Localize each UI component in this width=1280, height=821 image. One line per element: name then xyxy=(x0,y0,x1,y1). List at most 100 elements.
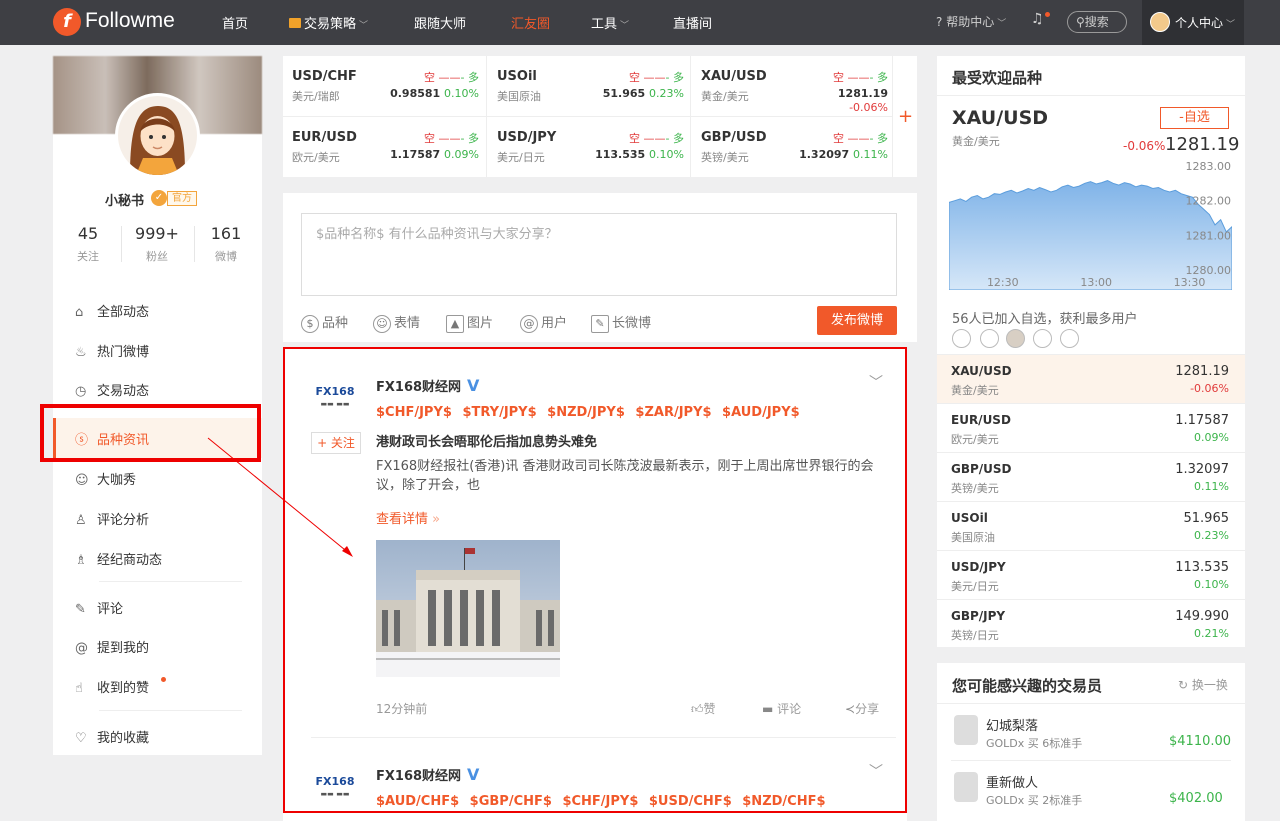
ticker-price: 51.965 0.23% xyxy=(602,87,684,100)
watchers-summary: 56人已加入自选，获利最多用户 xyxy=(952,312,1138,327)
menu-comments[interactable]: ✎ 评论 xyxy=(75,598,255,618)
highlight-box xyxy=(283,347,907,813)
ticker-item[interactable]: XAU/USD 黄金/美元 空 ——- 多 1281.19 -0.06% xyxy=(692,56,896,116)
smile-icon: ☺ xyxy=(373,314,391,333)
long-short-indicator: 空 ——- 多 xyxy=(424,71,479,84)
menu-divider xyxy=(99,581,242,582)
ticker-change: -0.06% xyxy=(849,101,888,114)
user-avatar[interactable] xyxy=(1033,329,1052,348)
add-ticker-button[interactable]: + xyxy=(898,106,913,127)
profile-name[interactable]: 小秘书 xyxy=(105,190,144,209)
search-icon: ⚲ xyxy=(1076,15,1085,29)
ticker-item[interactable]: USOil 美国原油 空 ——- 多 51.965 0.23% xyxy=(488,56,692,116)
x-tick-label: 13:00 xyxy=(1080,276,1112,289)
menu-hot-posts[interactable]: ♨ 热门微博 xyxy=(75,341,255,361)
menu-all-activity[interactable]: ⌂ 全部动态 xyxy=(75,301,255,321)
tool-mention-user[interactable]: @ 用户 xyxy=(520,312,567,333)
followers-label: 粉丝 xyxy=(146,250,168,263)
nav-home[interactable]: 首页 xyxy=(222,13,248,32)
watchlist-row[interactable]: GBP/JPY 英镑/日元 149.990 0.21% xyxy=(937,599,1245,648)
strategy-icon xyxy=(289,18,301,28)
long-short-indicator: 空 ——- 多 xyxy=(629,132,684,145)
x-tick-label: 12:30 xyxy=(987,276,1019,289)
nav-follow-master[interactable]: 跟随大师 xyxy=(414,13,466,32)
refresh-icon: ↻ xyxy=(1178,678,1189,692)
tool-emoji[interactable]: ☺ 表情 xyxy=(373,312,420,333)
question-icon: ? xyxy=(936,15,943,29)
ticker-item[interactable]: EUR/USD 欧元/美元 空 ——- 多 1.17587 0.09% xyxy=(283,117,487,177)
notification-dot xyxy=(161,677,166,682)
menu-favorites[interactable]: ♡ 我的收藏 xyxy=(75,727,255,747)
ticker-item[interactable]: GBP/USD 英镑/美元 空 ——- 多 1.32097 0.11% xyxy=(692,117,896,177)
stat-divider xyxy=(121,226,122,262)
nav-live[interactable]: 直播间 xyxy=(673,13,712,32)
help-center[interactable]: ? 帮助中心 ﹀ xyxy=(936,13,1006,30)
watchlist-row[interactable]: USD/JPY 美元/日元 113.535 0.10% xyxy=(937,550,1245,599)
menu-trade-activity[interactable]: ◷ 交易动态 xyxy=(75,380,255,400)
fire-icon: ♨ xyxy=(75,345,87,360)
nav-tools[interactable]: 工具 ﹀ xyxy=(591,13,629,32)
star-user-icon: ☺ xyxy=(75,473,89,488)
brand-name[interactable]: Followme xyxy=(85,9,175,33)
bell-icon[interactable]: ♫ xyxy=(1031,11,1044,27)
featured-change: -0.06% xyxy=(1123,139,1166,153)
panel-divider xyxy=(937,95,1245,96)
trader-position: GOLDx 买 6标准手 xyxy=(986,737,1083,750)
publish-button[interactable]: 发布微博 xyxy=(817,306,897,335)
menu-mentions[interactable]: @ 提到我的 xyxy=(75,637,255,657)
trader-profit: $4110.00 xyxy=(1169,734,1232,749)
row-divider xyxy=(951,760,1231,761)
ticker-item[interactable]: USD/CHF 美元/瑞郎 空 ——- 多 0.98581 0.10% xyxy=(283,56,487,116)
user-center-link[interactable]: 个人中心 ﹀ xyxy=(1175,14,1235,31)
trader-avatar[interactable] xyxy=(954,715,978,745)
post-input[interactable]: $品种名称$ 有什么品种资讯与大家分享？ xyxy=(301,213,897,296)
watchlist-row[interactable]: EUR/USD 欧元/美元 1.17587 0.09% xyxy=(937,403,1245,452)
user-avatar[interactable] xyxy=(980,329,999,348)
edit-icon: ✎ xyxy=(591,314,609,333)
long-short-indicator: 空 ——- 多 xyxy=(629,71,684,84)
nav-community[interactable]: 汇友圈 xyxy=(511,13,550,32)
logo-icon[interactable]: f xyxy=(53,8,81,36)
featured-name: 黄金/美元 xyxy=(952,135,1000,148)
trader-name[interactable]: 幻城梨落 xyxy=(986,715,1038,734)
user-avatar[interactable] xyxy=(1060,329,1079,348)
profile-avatar[interactable] xyxy=(115,93,200,178)
ticker-name: 黄金/美元 xyxy=(701,90,749,103)
remove-watchlist-button[interactable]: -自选 xyxy=(1160,107,1229,129)
followers-count[interactable]: 999+ xyxy=(127,224,187,243)
chevron-down-icon: ﹀ xyxy=(359,21,369,31)
trader-profit: $402.00 xyxy=(1169,791,1223,806)
watchlist-row[interactable]: USOil 美国原油 51.965 0.23% xyxy=(937,501,1245,550)
search-button[interactable]: ⚲搜索 xyxy=(1067,11,1127,33)
trader-avatar[interactable] xyxy=(954,772,978,802)
chevron-down-icon: ﹀ xyxy=(997,19,1007,29)
ticker-name: 美元/日元 xyxy=(497,151,545,164)
analyst-icon: ♙ xyxy=(75,513,87,528)
ticker-price: 1.32097 0.11% xyxy=(799,148,888,161)
person-icon: ♗ xyxy=(75,553,87,568)
tool-instrument[interactable]: $ 品种 xyxy=(301,312,348,333)
following-count[interactable]: 45 xyxy=(58,224,118,243)
ticker-name: 欧元/美元 xyxy=(292,151,340,164)
posts-label: 微博 xyxy=(215,250,237,263)
watchlist-row[interactable]: XAU/USD 黄金/美元 1281.19 -0.06% xyxy=(937,354,1245,403)
price-chart[interactable]: 1283.001282.001281.001280.00 12:30 13:00 1… xyxy=(949,158,1232,290)
pen-icon: ✎ xyxy=(75,602,86,617)
trader-name[interactable]: 重新做人 xyxy=(986,772,1038,791)
refresh-button[interactable]: ↻ 换一换 xyxy=(1178,676,1228,693)
nav-strategy[interactable]: 交易策略 ﹀ xyxy=(289,13,368,32)
trader-position: GOLDx 买 2标准手 xyxy=(986,794,1083,807)
tool-image[interactable]: ▲ 图片 xyxy=(446,312,493,333)
user-avatar[interactable] xyxy=(952,329,971,348)
watchlist-row[interactable]: GBP/USD 英镑/美元 1.32097 0.11% xyxy=(937,452,1245,501)
ticker-symbol: USOil xyxy=(497,69,537,84)
posts-count[interactable]: 161 xyxy=(196,224,256,243)
user-avatar[interactable] xyxy=(1150,12,1170,32)
menu-divider xyxy=(99,710,242,711)
ticker-name: 美国原油 xyxy=(497,90,541,103)
at-icon: @ xyxy=(520,314,538,333)
user-avatar[interactable] xyxy=(1006,329,1025,348)
tool-long-post[interactable]: ✎ 长微博 xyxy=(591,312,651,333)
ticker-item[interactable]: USD/JPY 美元/日元 空 ——- 多 113.535 0.10% xyxy=(488,117,692,177)
featured-symbol[interactable]: XAU/USD xyxy=(952,107,1048,129)
